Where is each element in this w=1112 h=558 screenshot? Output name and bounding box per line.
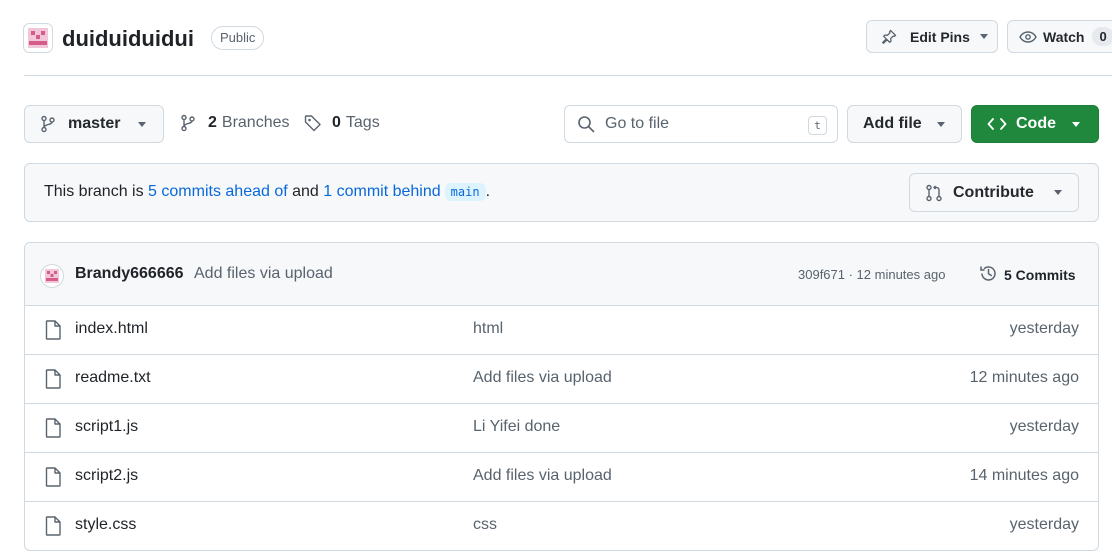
commits-count-link[interactable]: 5 Commits	[1004, 267, 1076, 283]
compare-suffix: .	[485, 183, 491, 200]
commit-message[interactable]: Add files via upload	[194, 265, 333, 283]
file-name[interactable]: script2.js	[75, 467, 138, 485]
chevron-down-icon	[1053, 190, 1062, 195]
repo-name[interactable]: duiduiduidui	[62, 24, 194, 54]
file-name[interactable]: style.css	[75, 516, 136, 534]
contribute-button[interactable]: Contribute	[909, 173, 1079, 212]
chevron-down-icon	[138, 121, 147, 127]
chevron-down-icon	[1072, 121, 1080, 127]
code-label: Code	[1016, 115, 1056, 132]
file-name[interactable]: script1.js	[75, 418, 138, 436]
repo-avatar	[23, 23, 53, 53]
file-icon	[45, 320, 61, 340]
shortcut-key: t	[808, 116, 827, 135]
tags-label: Tags	[345, 114, 380, 131]
file-commit-message[interactable]: Li Yifei done	[473, 418, 560, 436]
file-row[interactable]: style.css css yesterday	[25, 502, 1098, 550]
file-commit-message[interactable]: Add files via upload	[473, 467, 612, 485]
branches-label: Branches	[221, 114, 290, 131]
file-icon	[45, 418, 61, 438]
pin-icon	[881, 29, 897, 45]
tags-count: 0	[332, 114, 341, 131]
commits-behind-link[interactable]: 1 commit behind	[323, 183, 440, 201]
file-commit-time: 12 minutes ago	[969, 369, 1079, 386]
go-to-file-input[interactable]: Go to file t	[564, 105, 838, 143]
file-commit-time: 14 minutes ago	[969, 467, 1079, 484]
contribute-label: Contribute	[953, 183, 1034, 201]
file-row[interactable]: readme.txt Add files via upload 12 minut…	[25, 355, 1098, 404]
branch-name: master	[68, 115, 121, 132]
history-icon	[979, 264, 998, 283]
visibility-badge: Public	[211, 26, 265, 50]
file-row[interactable]: script1.js Li Yifei done yesterday	[25, 404, 1098, 453]
file-name[interactable]: index.html	[75, 320, 148, 338]
file-commit-time: yesterday	[1009, 516, 1079, 533]
branch-compare-banner: This branch is 5 commits ahead of and 1 …	[24, 163, 1099, 222]
tag-icon	[304, 114, 322, 132]
branch-selector[interactable]: master	[24, 105, 164, 143]
file-icon	[45, 467, 61, 487]
watch-label: Watch	[1043, 28, 1085, 45]
go-to-file-placeholder: Go to file	[605, 115, 670, 132]
git-branch-icon	[40, 115, 56, 133]
file-commit-time: yesterday	[1009, 320, 1079, 337]
file-name[interactable]: readme.txt	[75, 369, 151, 387]
file-commit-message[interactable]: css	[473, 516, 497, 534]
chevron-down-icon	[936, 121, 945, 127]
compare-text: This branch is 5 commits ahead of and 1 …	[44, 183, 490, 201]
commit-author[interactable]: Brandy666666	[75, 265, 184, 283]
file-table: Brandy666666 Add files via upload 309f67…	[24, 242, 1099, 551]
watch-count: 0	[1092, 27, 1112, 46]
header-divider	[24, 75, 1112, 76]
code-button[interactable]: Code	[971, 105, 1099, 143]
branches-link[interactable]: 2 Branches	[180, 114, 290, 132]
search-icon	[577, 115, 595, 133]
branches-count: 2	[208, 114, 217, 131]
code-icon	[987, 116, 1007, 132]
latest-commit-bar: Brandy666666 Add files via upload 309f67…	[25, 243, 1098, 306]
add-file-label: Add file	[863, 115, 922, 132]
edit-pins-button[interactable]: Edit Pins	[866, 20, 998, 53]
file-icon	[45, 516, 61, 536]
base-branch[interactable]: main	[444, 183, 486, 201]
author-avatar[interactable]	[40, 264, 64, 288]
add-file-button[interactable]: Add file	[847, 105, 962, 143]
git-pull-request-icon	[925, 184, 943, 202]
watch-button[interactable]: Watch 0	[1007, 20, 1112, 53]
repo-avatar-icon	[23, 23, 53, 53]
chevron-down-icon	[979, 34, 988, 39]
eye-icon	[1019, 29, 1037, 45]
file-icon	[45, 369, 61, 389]
file-commit-message[interactable]: html	[473, 320, 503, 338]
commit-meta[interactable]: 309f671 · 12 minutes ago	[798, 267, 945, 282]
compare-middle: and	[287, 183, 324, 200]
file-row[interactable]: index.html html yesterday	[25, 306, 1098, 355]
commits-ahead-link[interactable]: 5 commits ahead of	[148, 183, 288, 201]
file-row[interactable]: script2.js Add files via upload 14 minut…	[25, 453, 1098, 502]
tags-link[interactable]: 0 Tags	[304, 114, 380, 132]
edit-pins-label: Edit Pins	[910, 28, 970, 45]
compare-prefix: This branch is	[44, 183, 149, 200]
author-avatar-icon	[40, 264, 64, 288]
file-commit-message[interactable]: Add files via upload	[473, 369, 612, 387]
file-commit-time: yesterday	[1009, 418, 1079, 435]
git-branch-icon	[180, 114, 196, 132]
